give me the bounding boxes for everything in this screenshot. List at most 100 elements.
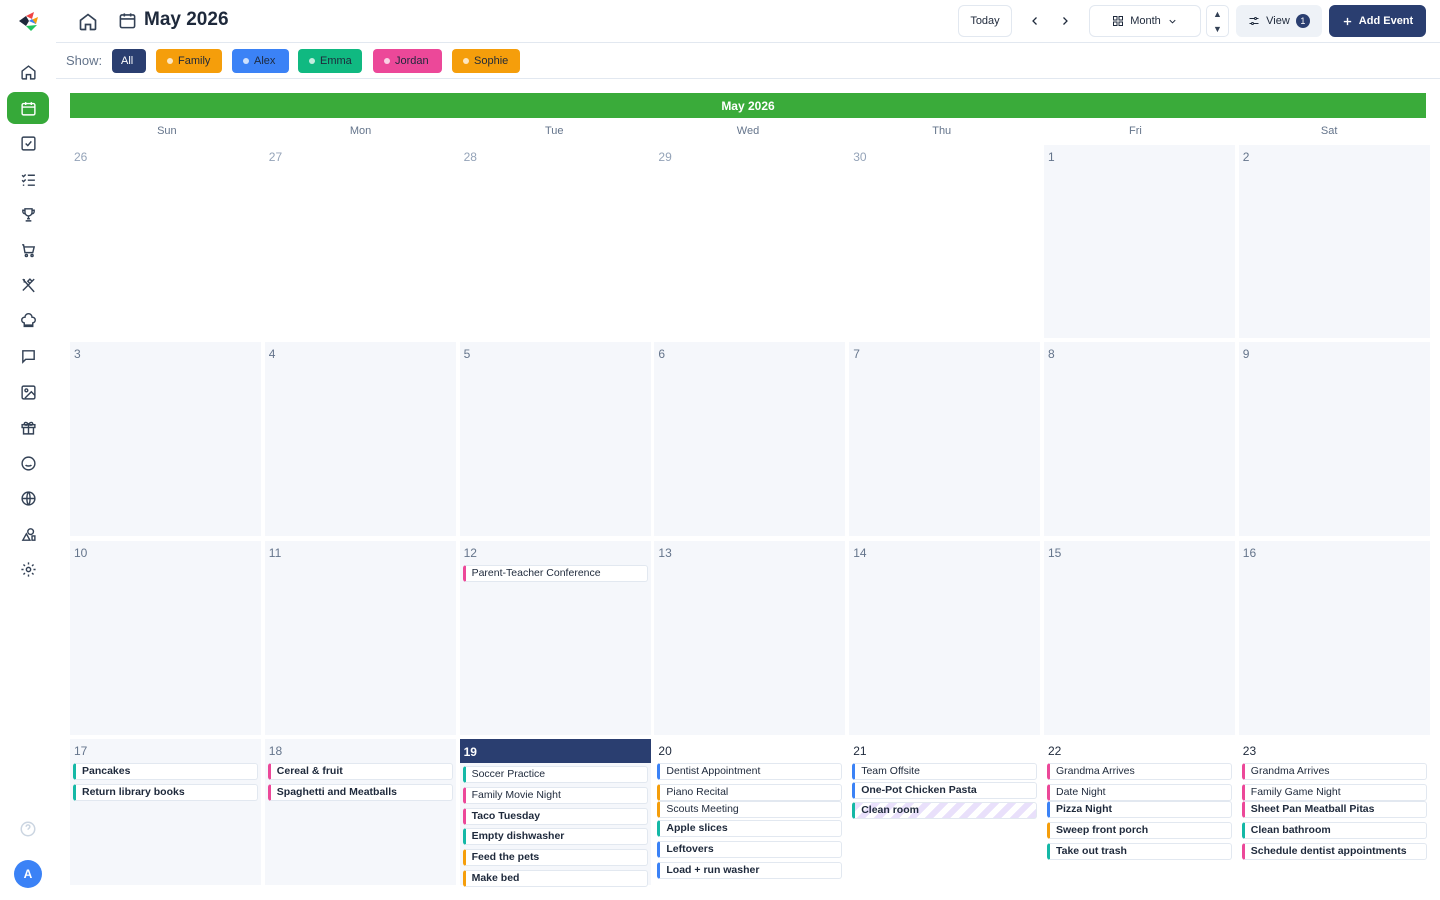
home-icon[interactable] xyxy=(78,12,98,32)
nav-home[interactable] xyxy=(7,56,49,88)
filter-chip-jordan[interactable]: Jordan xyxy=(373,49,442,73)
nav-meals[interactable] xyxy=(7,269,49,301)
day-cell[interactable]: 1 xyxy=(1043,145,1235,338)
filter-chip-sophie[interactable]: Sophie xyxy=(452,49,520,73)
day-cell[interactable]: 11 xyxy=(264,541,456,735)
filter-chip-label: Emma xyxy=(320,55,352,67)
nav-mood[interactable] xyxy=(7,447,49,479)
calendar-event[interactable]: Soccer Practice xyxy=(462,766,648,783)
view-options-button[interactable]: View 1 xyxy=(1236,5,1322,37)
nav-rewards[interactable] xyxy=(7,198,49,230)
today-button[interactable]: Today xyxy=(958,5,1012,37)
calendar-event[interactable]: Sweep front porch xyxy=(1046,822,1232,839)
day-cell[interactable]: 29 xyxy=(654,145,846,338)
nav-lists[interactable] xyxy=(7,163,49,195)
day-cell[interactable]: 17 Pancakes Return library books xyxy=(70,739,261,885)
day-number: 14 xyxy=(853,546,867,560)
day-cell[interactable]: 2 xyxy=(1238,145,1430,338)
filter-chip-label: All xyxy=(121,55,134,67)
day-cell[interactable]: 19 Soccer Practice Family Movie Night Taco … xyxy=(459,739,651,887)
day-cell[interactable]: 22 Grandma Arrives Date Night Pizza Night Sw… xyxy=(1043,739,1235,885)
calendar-event[interactable]: Cereal & fruit xyxy=(267,763,453,780)
calendar-event[interactable]: Grandma Arrives xyxy=(1046,763,1232,780)
day-cell[interactable]: 4 xyxy=(264,342,456,536)
calendar-event[interactable]: Clean room xyxy=(852,802,1038,819)
day-cell[interactable]: 16 xyxy=(1238,541,1430,735)
calendar-event[interactable]: Grandma Arrives xyxy=(1241,763,1427,780)
filter-chip-alex[interactable]: Alex xyxy=(232,49,289,73)
nav-settings[interactable] xyxy=(7,553,49,585)
calendar-event[interactable]: Leftovers xyxy=(657,841,843,858)
day-cell[interactable]: 27 xyxy=(264,145,456,338)
prev-month-button[interactable] xyxy=(1025,11,1045,31)
day-cell[interactable]: 13 xyxy=(654,541,846,735)
filter-chip-family[interactable]: Family xyxy=(156,49,222,73)
day-cell[interactable]: 30 xyxy=(849,145,1041,338)
calendar-event[interactable]: Piano Recital xyxy=(657,783,843,801)
nav-world[interactable] xyxy=(7,482,49,514)
day-cell[interactable]: 9 xyxy=(1238,342,1430,536)
day-cell[interactable]: 15 xyxy=(1043,541,1235,735)
calendar-event[interactable]: Spaghetti and Meatballs xyxy=(267,783,453,801)
calendar-event[interactable]: Apple slices xyxy=(657,820,843,837)
calendar-event[interactable]: Pancakes xyxy=(73,763,258,780)
day-cell[interactable]: 6 xyxy=(654,342,846,536)
day-cell[interactable]: 26 xyxy=(70,145,261,338)
calendar-event[interactable]: Team Offsite xyxy=(852,763,1038,780)
day-cell[interactable]: 18 Cereal & fruit Spaghetti and Meatballs xyxy=(264,739,456,885)
next-month-button[interactable] xyxy=(1055,11,1075,31)
nav-shopping[interactable] xyxy=(7,234,49,266)
nav-gifts[interactable] xyxy=(7,411,49,443)
nav-tasks[interactable] xyxy=(7,127,49,159)
day-cell[interactable]: 5 xyxy=(459,342,651,536)
calendar-event[interactable]: Take out trash xyxy=(1046,843,1232,860)
day-cell[interactable]: 7 xyxy=(849,342,1041,536)
image-icon xyxy=(20,384,36,400)
calendar-event[interactable]: Clean bathroom xyxy=(1241,822,1427,839)
day-number: 2 xyxy=(1242,150,1250,164)
calendar-event[interactable]: Load + run washer xyxy=(657,862,843,879)
day-cell[interactable]: 10 xyxy=(70,541,261,735)
day-cell[interactable]: 21 Team Offsite One-Pot Chicken Pasta Clean… xyxy=(849,739,1041,885)
nav-messages[interactable] xyxy=(7,340,49,372)
calendar-event[interactable]: Date Night xyxy=(1046,783,1232,801)
nav-calendar[interactable] xyxy=(7,92,49,124)
filter-chip-all[interactable]: All xyxy=(112,49,146,73)
view-mode-select[interactable]: Month xyxy=(1089,5,1201,37)
add-event-button[interactable]: Add Event xyxy=(1329,5,1426,37)
calendar-event[interactable]: Dentist Appointment xyxy=(657,763,843,780)
day-number: 6 xyxy=(658,347,666,361)
day-cell[interactable]: 12 Parent-Teacher Conference xyxy=(459,541,651,735)
calendar-event[interactable]: Pizza Night xyxy=(1046,801,1232,818)
caret-down-icon[interactable]: ▼ xyxy=(1207,21,1228,36)
view-options-badge: 1 xyxy=(1295,14,1310,28)
calendar-event[interactable]: Make bed xyxy=(462,870,648,887)
filter-chip-emma[interactable]: Emma xyxy=(298,49,362,73)
calendar-event[interactable]: One-Pot Chicken Pasta xyxy=(852,782,1038,799)
day-cell[interactable]: 23 Grandma Arrives Family Game Night Sheet … xyxy=(1238,739,1430,885)
nav-photos[interactable] xyxy=(7,376,49,408)
calendar-event[interactable]: Scouts Meeting xyxy=(657,801,843,818)
day-cell[interactable]: 28 xyxy=(459,145,651,338)
calendar-event[interactable]: Family Movie Night xyxy=(462,786,648,804)
nav-activities[interactable] xyxy=(7,518,49,550)
help-icon[interactable] xyxy=(19,820,37,838)
calendar-event[interactable]: Sheet Pan Meatball Pitas xyxy=(1241,801,1427,818)
day-cell[interactable]: 20 Dentist Appointment Piano Recital Scouts… xyxy=(654,739,846,885)
calendar-event[interactable]: Family Game Night xyxy=(1241,783,1427,801)
calendar-event[interactable]: Return library books xyxy=(73,783,258,801)
zoom-stepper[interactable]: ▲ ▼ xyxy=(1206,5,1229,37)
calendar-event[interactable]: Feed the pets xyxy=(462,849,648,867)
caret-up-icon[interactable]: ▲ xyxy=(1207,6,1228,21)
nav-recipes[interactable] xyxy=(7,305,49,337)
calendar-event[interactable]: Empty dishwasher xyxy=(462,828,648,846)
app-logo[interactable] xyxy=(16,9,42,35)
calendar-event[interactable]: Taco Tuesday xyxy=(462,807,648,825)
day-cell[interactable]: 8 xyxy=(1043,342,1235,536)
calendar-icon xyxy=(119,13,136,29)
calendar-event[interactable]: Schedule dentist appointments xyxy=(1241,843,1427,860)
calendar-event[interactable]: Parent-Teacher Conference xyxy=(462,565,648,582)
day-cell[interactable]: 14 xyxy=(849,541,1041,735)
day-cell[interactable]: 3 xyxy=(70,342,261,536)
user-avatar[interactable]: A xyxy=(14,860,42,888)
